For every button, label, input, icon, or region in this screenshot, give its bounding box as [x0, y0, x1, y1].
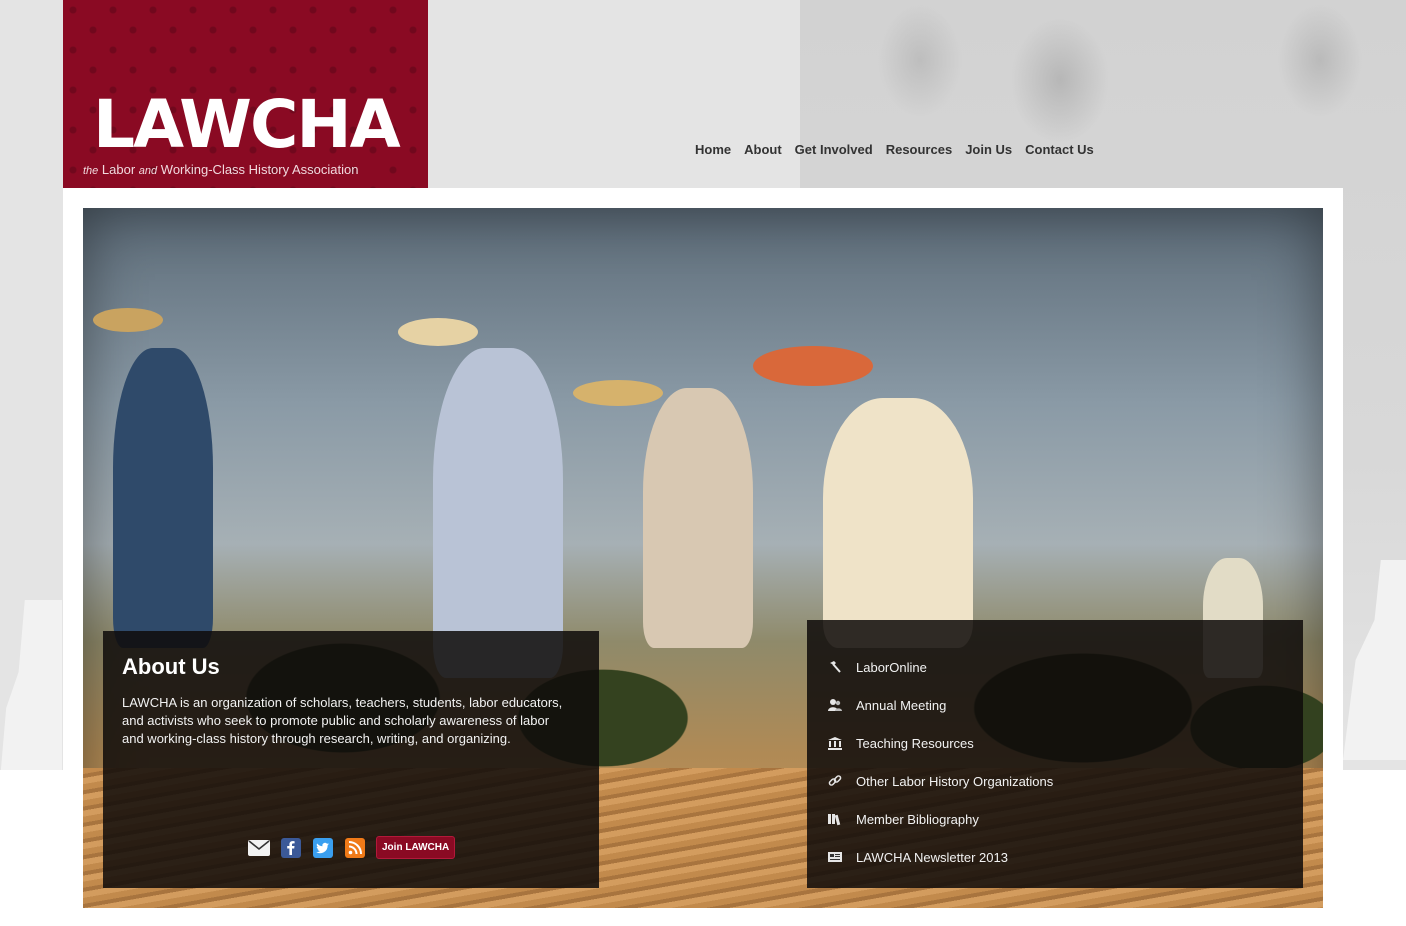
worker-figure: [433, 348, 563, 678]
logo-title: LAWCHA: [93, 86, 401, 163]
nav-about[interactable]: About: [738, 142, 789, 157]
facebook-icon[interactable]: [280, 837, 302, 859]
link-icon: [825, 773, 845, 789]
logo-sub-rest: Working-Class History Association: [160, 162, 359, 177]
newspaper-icon: [825, 849, 845, 865]
social-links: Join LAWCHA: [248, 836, 456, 859]
link-other-organizations[interactable]: Other Labor History Organizations: [825, 762, 1053, 800]
site-logo[interactable]: LAWCHA the Labor and Working-Class Histo…: [63, 0, 428, 188]
nav-resources[interactable]: Resources: [879, 142, 958, 157]
about-text: LAWCHA is an organization of scholars, t…: [122, 695, 563, 746]
worker-hat: [753, 346, 873, 386]
worker-hat: [93, 308, 163, 332]
link-label: Teaching Resources: [856, 735, 974, 751]
rss-icon[interactable]: [344, 837, 366, 859]
link-laboronline[interactable]: LaborOnline: [825, 648, 1053, 686]
logo-sub-prefix: the: [83, 165, 99, 177]
books-icon: [825, 811, 845, 827]
email-icon[interactable]: [248, 837, 270, 859]
worker-figure: [643, 388, 753, 648]
quick-links-list: LaborOnline Annual Meeting Teaching Reso…: [825, 648, 1053, 876]
logo-sub-main: Labor: [101, 162, 136, 177]
link-label: LAWCHA Newsletter 2013: [856, 849, 1008, 865]
worker-hat: [398, 318, 478, 346]
link-teaching-resources[interactable]: Teaching Resources: [825, 724, 1053, 762]
link-label: LaborOnline: [856, 659, 927, 675]
worker-figure: [823, 398, 973, 648]
nav-get-involved[interactable]: Get Involved: [788, 142, 879, 157]
nav-contact-us[interactable]: Contact Us: [1019, 142, 1101, 157]
hammer-icon: [825, 659, 845, 675]
worker-hat: [573, 380, 663, 406]
link-label: Member Bibliography: [856, 811, 979, 827]
background-decoration-left: [0, 600, 62, 780]
worker-figure: [113, 348, 213, 648]
institution-icon: [825, 735, 845, 751]
nav-home[interactable]: Home: [695, 142, 738, 157]
link-member-bibliography[interactable]: Member Bibliography: [825, 800, 1053, 838]
quick-links-panel: LaborOnline Annual Meeting Teaching Reso…: [807, 620, 1303, 888]
link-label: Annual Meeting: [856, 697, 947, 713]
twitter-icon[interactable]: [312, 837, 334, 859]
join-lawcha-button[interactable]: Join LAWCHA: [376, 836, 456, 859]
link-label: Other Labor History Organizations: [856, 773, 1054, 789]
logo-sub-and: and: [138, 165, 158, 177]
link-annual-meeting[interactable]: Annual Meeting: [825, 686, 1053, 724]
people-icon: [825, 697, 845, 713]
nav-join-us[interactable]: Join Us: [959, 142, 1019, 157]
about-panel: About Us LAWCHA is an organization of sc…: [103, 631, 599, 888]
main-nav: Home About Get Involved Resources Join U…: [695, 142, 1100, 157]
link-newsletter-2013[interactable]: LAWCHA Newsletter 2013: [825, 838, 1053, 876]
logo-subtitle: the Labor and Working-Class History Asso…: [83, 162, 359, 177]
about-title: About Us: [122, 654, 220, 679]
